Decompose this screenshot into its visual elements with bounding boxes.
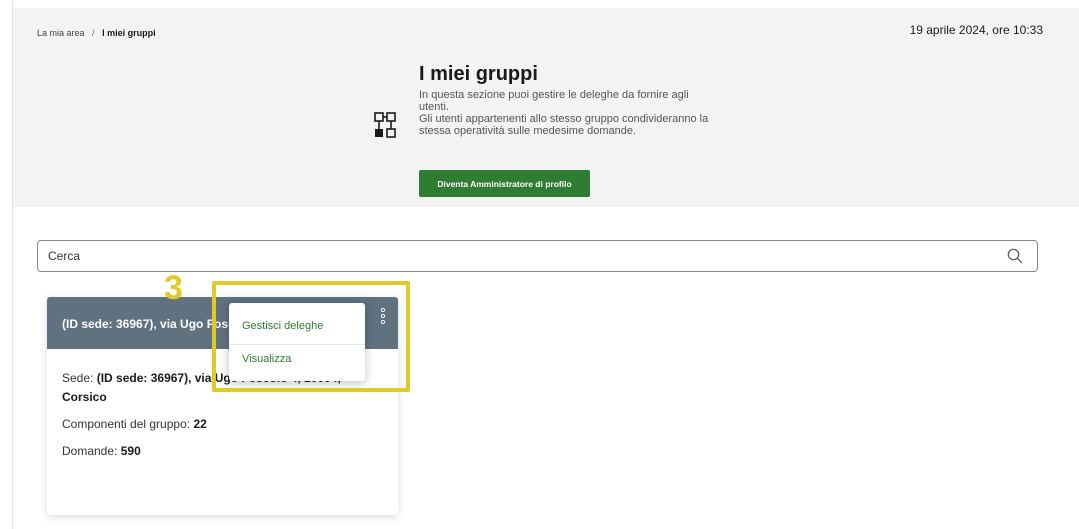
page-title: I miei gruppi (419, 63, 538, 85)
search-icon[interactable] (1007, 248, 1023, 264)
page: La mia area / I miei gruppi 19 aprile 20… (12, 0, 1079, 529)
group-icon (374, 112, 396, 138)
hero-description: In questa sezione puoi gestire le delegh… (419, 89, 719, 137)
sede-label: Sede: (62, 371, 94, 385)
breadcrumb-current: I miei gruppi (102, 28, 156, 38)
datetime: 19 aprile 2024, ore 10:33 (909, 23, 1043, 37)
hero-section: La mia area / I miei gruppi 19 aprile 20… (13, 8, 1079, 207)
breadcrumb-root-link[interactable]: La mia area (37, 28, 85, 38)
annotation-step-number: 3 (164, 269, 183, 307)
requests-label: Domande: (62, 444, 118, 458)
search-bar (37, 240, 1038, 272)
sede-city: Corsico (62, 390, 107, 404)
hero-description-line2: Gli utenti appartenenti allo stesso grup… (419, 113, 709, 137)
breadcrumb: La mia area / I miei gruppi (37, 28, 156, 38)
card-requests-row: Domande: 590 (62, 442, 387, 461)
hero-description-line1: In questa sezione puoi gestire le delegh… (419, 89, 689, 113)
search-input[interactable] (48, 241, 988, 271)
become-admin-button[interactable]: Diventa Amministratore di profilo (419, 170, 590, 197)
components-value: 22 (193, 417, 207, 431)
breadcrumb-separator: / (92, 28, 95, 38)
card-components-row: Componenti del gruppo: 22 (62, 415, 387, 434)
components-label: Componenti del gruppo: (62, 417, 191, 431)
annotation-highlight-box (212, 281, 410, 392)
requests-value: 590 (120, 444, 141, 458)
